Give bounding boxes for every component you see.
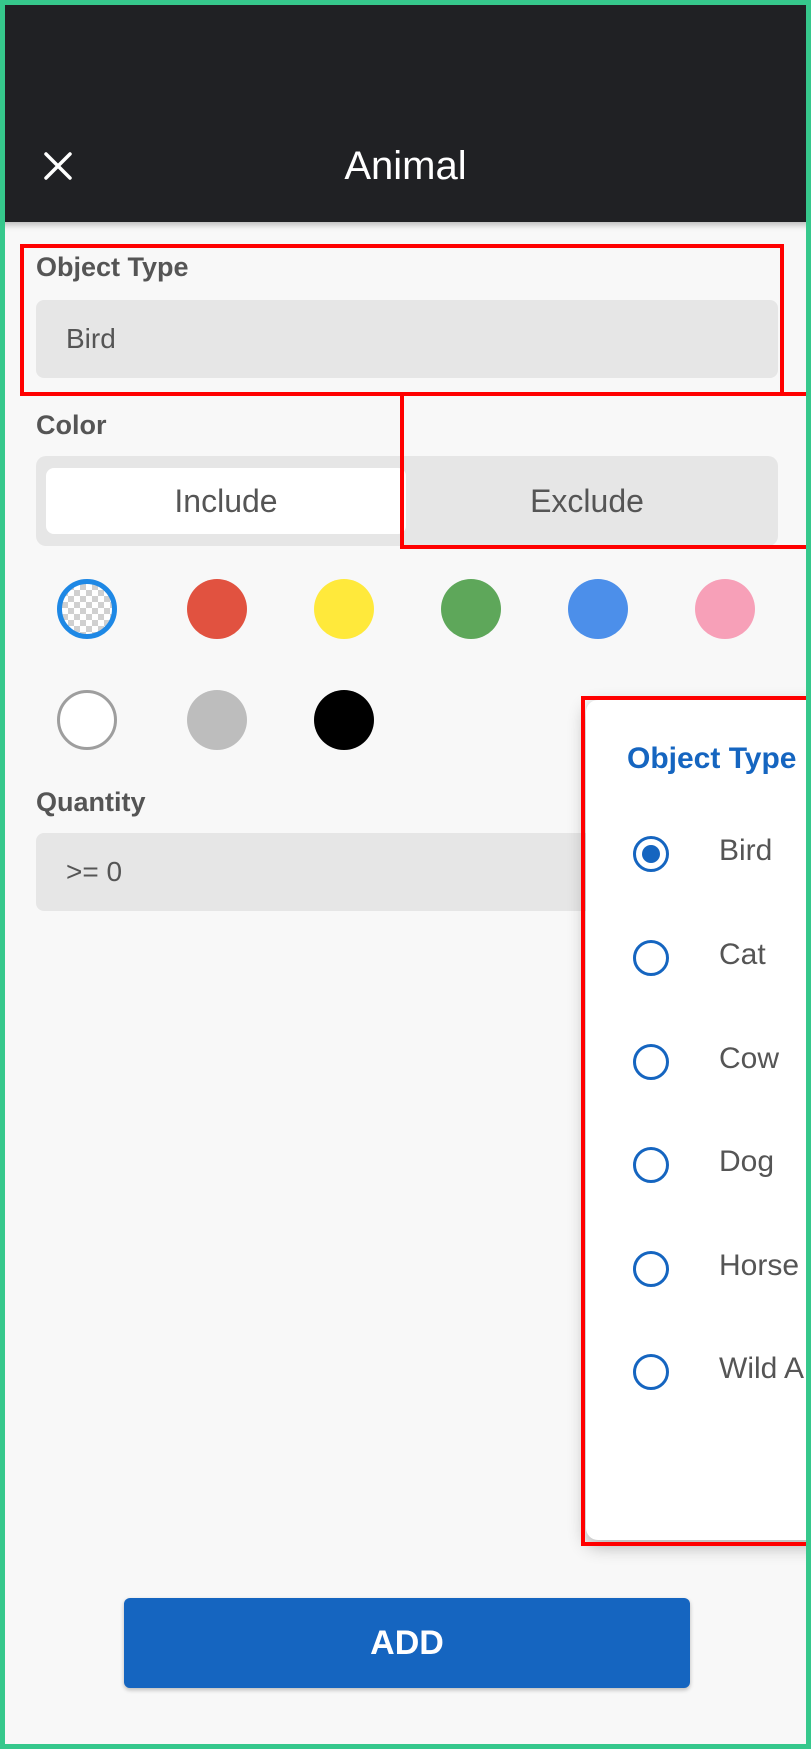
- color-swatch-transparent[interactable]: [57, 579, 117, 639]
- radio-unselected-icon[interactable]: [633, 1354, 669, 1390]
- color-swatch-yellow[interactable]: [314, 579, 374, 639]
- highlight-dialog-top: [581, 696, 811, 700]
- option-dog[interactable]: Dog: [586, 1125, 811, 1205]
- option-label: Bird: [719, 834, 773, 867]
- option-bird[interactable]: Bird: [586, 814, 811, 894]
- highlight-dialog-bottom: [581, 1542, 811, 1546]
- color-swatch-white[interactable]: [57, 690, 117, 750]
- page-title: Animal: [344, 144, 467, 188]
- option-wild-animal[interactable]: Wild A: [586, 1332, 811, 1412]
- highlight-dialog-left: [581, 696, 585, 1546]
- color-swatch-green[interactable]: [441, 579, 501, 639]
- option-label: Wild A: [719, 1352, 805, 1385]
- option-label: Cat: [719, 938, 766, 971]
- radio-selected-icon[interactable]: [633, 836, 669, 872]
- radio-unselected-icon[interactable]: [633, 940, 669, 976]
- option-cat[interactable]: Cat: [586, 918, 811, 998]
- color-label: Color: [36, 410, 107, 440]
- color-swatch-gray[interactable]: [187, 690, 247, 750]
- color-swatch-black[interactable]: [314, 690, 374, 750]
- app-bar: Animal: [0, 0, 811, 222]
- radio-unselected-icon[interactable]: [633, 1044, 669, 1080]
- add-button[interactable]: ADD: [124, 1598, 690, 1688]
- radio-unselected-icon[interactable]: [633, 1251, 669, 1287]
- color-swatch-red[interactable]: [187, 579, 247, 639]
- option-cow[interactable]: Cow: [586, 1022, 811, 1102]
- option-label: Dog: [719, 1145, 775, 1178]
- option-label: Horse: [719, 1249, 800, 1282]
- color-swatch-pink[interactable]: [695, 579, 755, 639]
- option-label: Cow: [719, 1042, 780, 1075]
- color-swatch-blue[interactable]: [568, 579, 628, 639]
- option-horse[interactable]: Horse: [586, 1229, 811, 1309]
- quantity-label: Quantity: [36, 787, 146, 817]
- highlight-box-exclude: [400, 392, 811, 549]
- include-option[interactable]: Include: [46, 468, 406, 534]
- radio-unselected-icon[interactable]: [633, 1147, 669, 1183]
- dialog-title: Object Type: [627, 742, 797, 775]
- object-type-dialog: Object Type Bird Cat Cow Dog Horse Wild …: [586, 700, 811, 1540]
- highlight-box-object-type: [20, 244, 784, 396]
